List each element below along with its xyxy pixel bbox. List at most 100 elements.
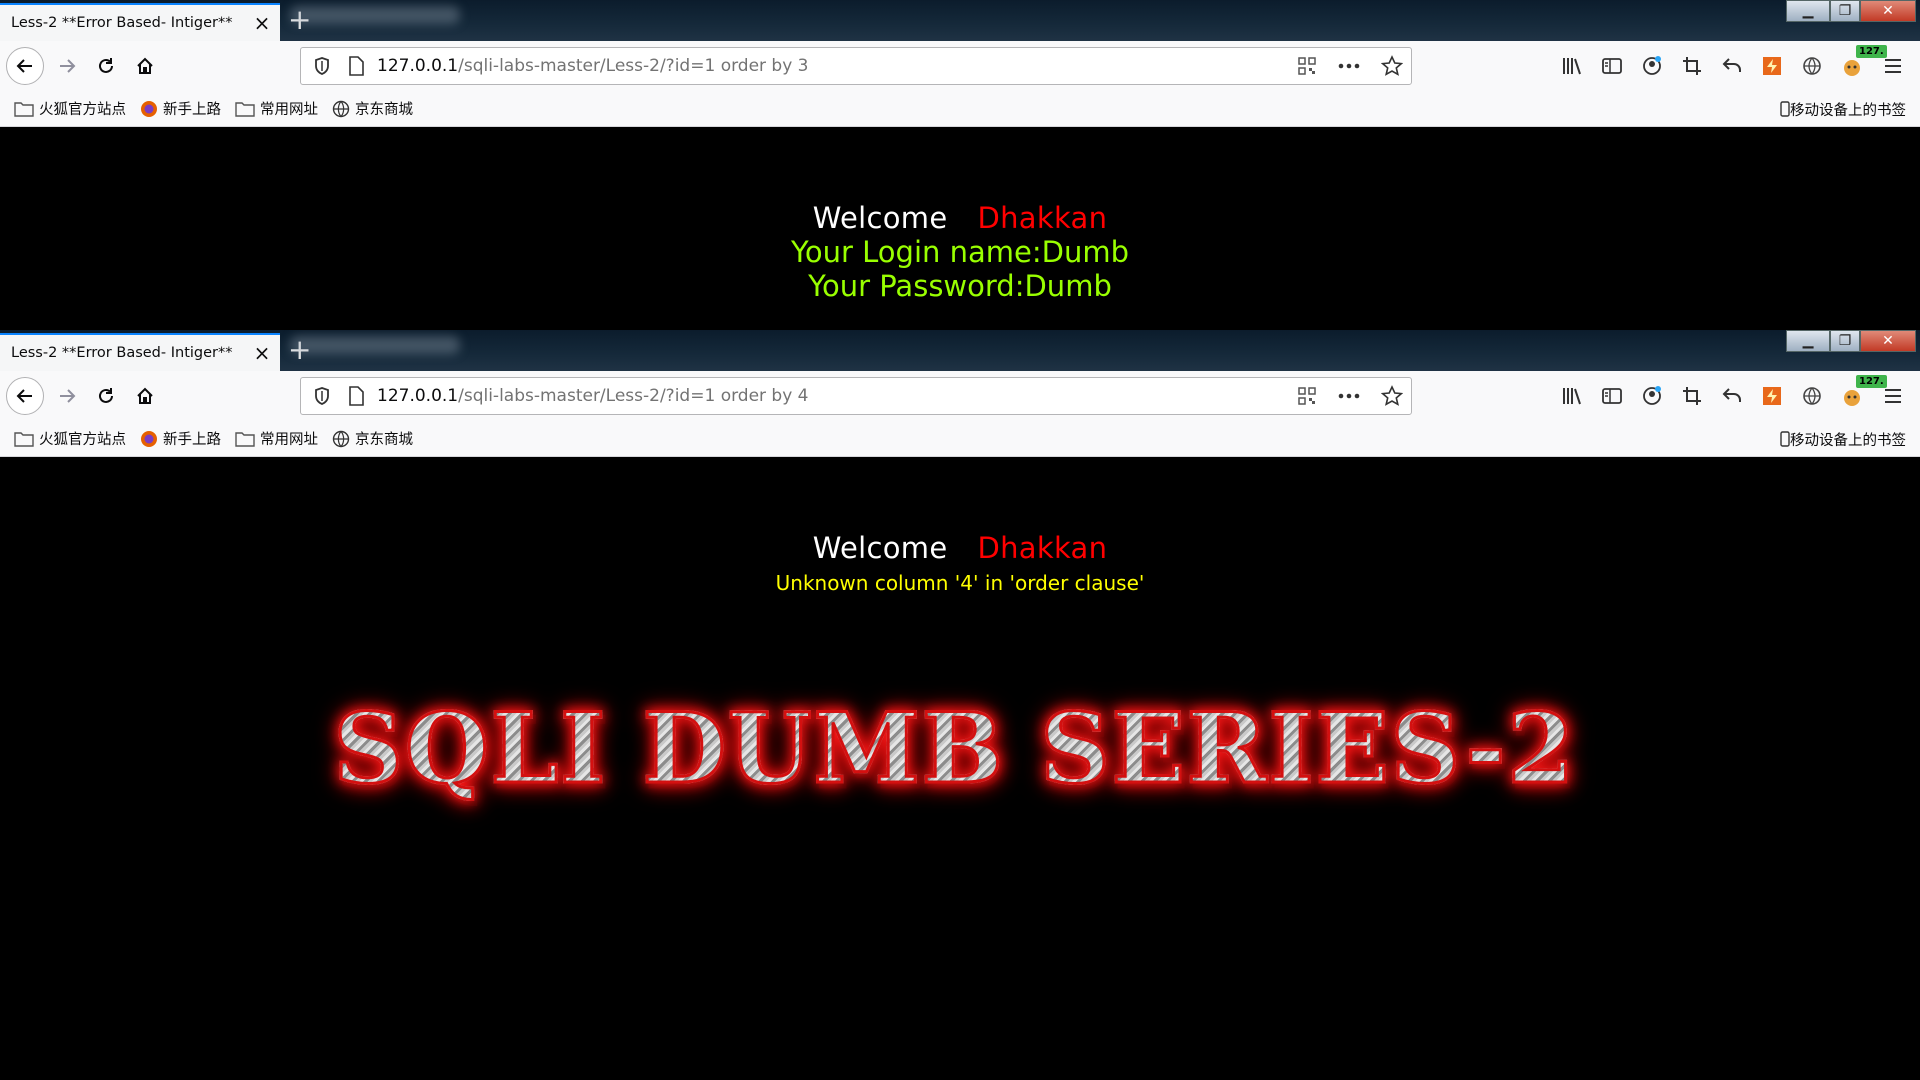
minimize-button[interactable]: ▁ xyxy=(1786,330,1830,352)
bookmark-label: 京东商城 xyxy=(355,432,413,448)
bookmark-star-icon[interactable] xyxy=(1381,55,1403,77)
back-button[interactable] xyxy=(6,377,44,415)
window-controls: ▁ ❐ ✕ xyxy=(1786,330,1916,352)
maximize-button[interactable]: ❐ xyxy=(1830,330,1860,352)
sidebar-icon xyxy=(1602,58,1622,74)
nav-bar: 127.0.0.1/sqli-labs-master/Less-2/?id=1 … xyxy=(0,41,1920,91)
page-icon[interactable] xyxy=(347,56,365,76)
account-button[interactable] xyxy=(1632,379,1672,413)
tab-active[interactable]: Less-2 **Error Based- Intiger** × xyxy=(0,3,280,41)
hamburger-menu-icon xyxy=(1885,389,1901,403)
extension-cat-icon xyxy=(1844,390,1860,406)
tab-strip: Less-2 **Error Based- Intiger** × + ▁ ❐ … xyxy=(0,0,1920,41)
reload-icon xyxy=(99,58,113,73)
menu-button[interactable] xyxy=(1876,379,1910,413)
globe-icon xyxy=(332,100,350,117)
menu-button[interactable] xyxy=(1876,49,1910,83)
bookmarks-toolbar: 火狐官方站点 新手上路 常用网址 京东商城 移动设备上的书签 xyxy=(0,421,1920,457)
url-text[interactable]: 127.0.0.1/sqli-labs-master/Less-2/?id=1 … xyxy=(377,386,809,406)
series-banner-text: SQLI DUMB SERIES-2 xyxy=(332,691,1577,807)
tab-active[interactable]: Less-2 **Error Based- Intiger** × xyxy=(0,333,280,371)
library-button[interactable] xyxy=(1552,49,1592,83)
undo-button[interactable] xyxy=(1712,49,1752,83)
bookmark-getting-started[interactable]: 新手上路 xyxy=(140,98,221,119)
mobile-device-icon xyxy=(1780,431,1790,447)
url-bar[interactable]: 127.0.0.1/sqli-labs-master/Less-2/?id=1 … xyxy=(300,377,1412,415)
mobile-bookmarks[interactable]: 移动设备上的书签 xyxy=(1780,421,1906,457)
close-window-button[interactable]: ✕ xyxy=(1860,0,1916,22)
bookmark-star-icon[interactable] xyxy=(1381,385,1403,407)
bookmark-label: 火狐官方站点 xyxy=(39,432,126,448)
extension-button-orange[interactable] xyxy=(1752,49,1792,83)
screenshot-button[interactable] xyxy=(1672,379,1712,413)
sidebar-button[interactable] xyxy=(1592,379,1632,413)
back-button[interactable] xyxy=(6,47,44,85)
toolbar-extensions: 127. xyxy=(1552,45,1887,83)
reload-icon xyxy=(99,388,113,403)
bookmark-label: 常用网址 xyxy=(260,432,318,448)
page-content: Welcome Dhakkan Unknown column '4' in 'or… xyxy=(0,457,1920,1080)
close-window-button[interactable]: ✕ xyxy=(1860,330,1916,352)
bookmark-folder-common[interactable]: 常用网址 xyxy=(235,428,318,449)
tracking-shield-icon[interactable] xyxy=(311,56,333,76)
bookmark-label: 京东商城 xyxy=(355,102,413,118)
undo-button[interactable] xyxy=(1712,379,1752,413)
folder-icon xyxy=(235,101,255,117)
translate-button[interactable] xyxy=(1792,49,1832,83)
new-tab-button[interactable]: + xyxy=(288,6,311,34)
url-host: 127.0.0.1 xyxy=(377,386,459,406)
reload-button[interactable] xyxy=(89,379,123,413)
bookmark-jd[interactable]: 京东商城 xyxy=(332,428,413,449)
translate-button[interactable] xyxy=(1792,379,1832,413)
account-button[interactable] xyxy=(1632,49,1672,83)
account-icon xyxy=(1643,386,1661,405)
bookmark-folder-common[interactable]: 常用网址 xyxy=(235,98,318,119)
mobile-bookmarks-label: 移动设备上的书签 xyxy=(1790,102,1906,119)
extension-orange-icon xyxy=(1763,387,1781,405)
back-arrow-icon xyxy=(16,59,32,73)
sidebar-button[interactable] xyxy=(1592,49,1632,83)
url-path: /sqli-labs-master/Less-2/?id=1 order by … xyxy=(458,386,809,406)
url-text[interactable]: 127.0.0.1/sqli-labs-master/Less-2/?id=1 … xyxy=(377,56,809,76)
bookmark-folder-firefox[interactable]: 火狐官方站点 xyxy=(14,98,126,119)
firefox-icon xyxy=(141,430,157,447)
home-button[interactable] xyxy=(128,379,162,413)
new-tab-button[interactable]: + xyxy=(288,336,311,364)
globe-icon xyxy=(332,430,350,447)
more-actions-icon[interactable] xyxy=(1337,391,1361,401)
tracking-shield-icon[interactable] xyxy=(311,386,333,406)
extension-button-badge[interactable]: 127. xyxy=(1832,45,1887,83)
sidebar-icon xyxy=(1602,388,1622,404)
reload-button[interactable] xyxy=(89,49,123,83)
mobile-device-icon xyxy=(1780,101,1790,117)
bookmark-jd[interactable]: 京东商城 xyxy=(332,98,413,119)
qr-code-icon[interactable] xyxy=(1297,56,1317,76)
forward-button[interactable] xyxy=(50,49,84,83)
welcome-text: Welcome xyxy=(812,201,948,235)
tab-close-icon[interactable]: × xyxy=(250,343,274,363)
extension-button-orange[interactable] xyxy=(1752,379,1792,413)
welcome-text: Welcome xyxy=(812,531,948,565)
minimize-button[interactable]: ▁ xyxy=(1786,0,1830,22)
page-icon[interactable] xyxy=(347,386,365,406)
welcome-line: Welcome Dhakkan xyxy=(0,201,1920,235)
mobile-bookmarks[interactable]: 移动设备上的书签 xyxy=(1780,91,1906,127)
forward-button[interactable] xyxy=(50,379,84,413)
extension-button-badge[interactable]: 127. xyxy=(1832,375,1887,413)
bookmark-folder-firefox[interactable]: 火狐官方站点 xyxy=(14,428,126,449)
folder-icon xyxy=(14,431,34,447)
home-button[interactable] xyxy=(128,49,162,83)
library-button[interactable] xyxy=(1552,379,1592,413)
bookmark-getting-started[interactable]: 新手上路 xyxy=(140,428,221,449)
tab-close-icon[interactable]: × xyxy=(250,13,274,33)
extension-cat-icon xyxy=(1844,60,1860,76)
screenshot-button[interactable] xyxy=(1672,49,1712,83)
tab-title: Less-2 **Error Based- Intiger** xyxy=(11,345,233,361)
home-icon xyxy=(137,57,153,74)
url-host: 127.0.0.1 xyxy=(377,56,459,76)
maximize-button[interactable]: ❐ xyxy=(1830,0,1860,22)
more-actions-icon[interactable] xyxy=(1337,61,1361,71)
qr-code-icon[interactable] xyxy=(1297,386,1317,406)
folder-icon xyxy=(235,431,255,447)
url-bar[interactable]: 127.0.0.1/sqli-labs-master/Less-2/?id=1 … xyxy=(300,47,1412,85)
